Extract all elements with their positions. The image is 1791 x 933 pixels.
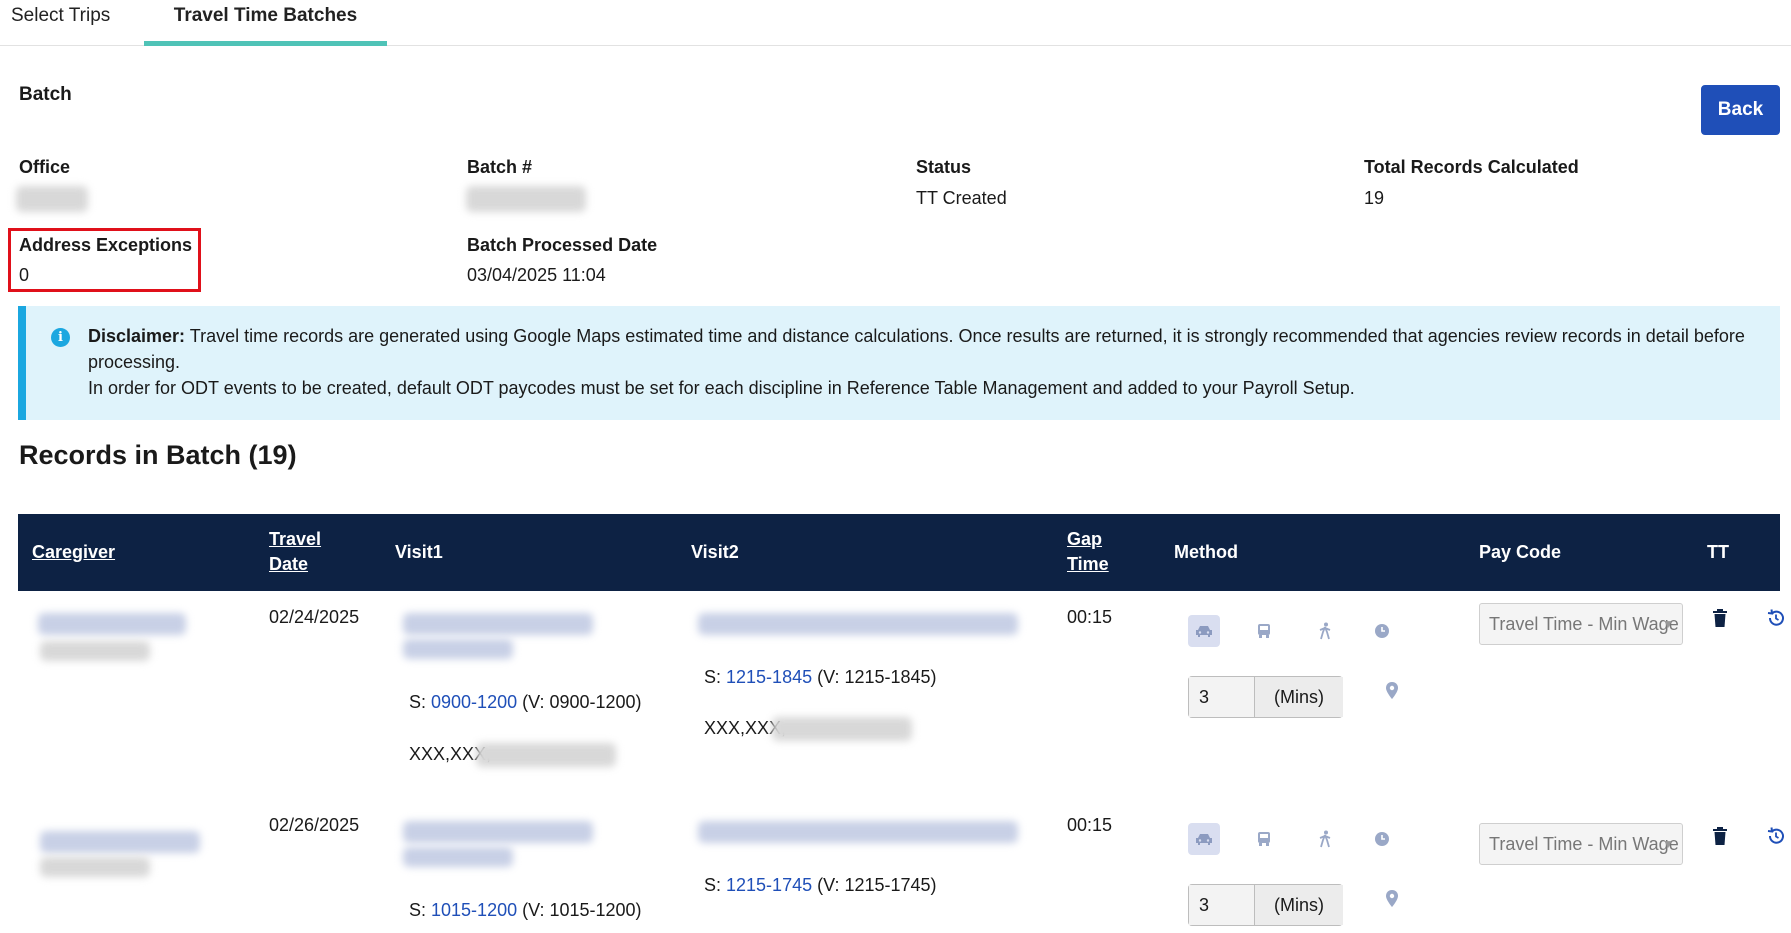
info-icon: i (51, 328, 70, 347)
batch-processed-date-label: Batch Processed Date (467, 235, 658, 255)
status-value: TT Created (916, 188, 1007, 208)
visit2-address-redacted (772, 717, 912, 741)
travel-minutes-input[interactable]: 3 (1189, 885, 1255, 925)
caregiver-id-redacted (40, 641, 150, 661)
address-exceptions-label: Address Exceptions (19, 235, 193, 255)
visit2-schedule: S: 1215-1845 (V: 1215-1845) (704, 667, 937, 688)
travel-minutes-input[interactable]: 3 (1189, 677, 1255, 717)
column-pay-code: Pay Code (1479, 542, 1562, 562)
travel-date: 02/24/2025 (269, 607, 360, 627)
disclaimer-heading: Disclaimer: (88, 326, 186, 346)
batch-number-label: Batch # (467, 157, 533, 177)
column-gap-time[interactable]: Gap Time (1067, 527, 1109, 577)
table-header: Caregiver Travel Date Visit1 Visit2 Gap … (18, 514, 1780, 591)
trash-icon[interactable] (1712, 827, 1728, 845)
clock-icon[interactable] (1366, 615, 1398, 647)
column-travel-date[interactable]: Travel Date (269, 527, 321, 577)
pay-code-select[interactable]: Travel Time - Min Wage ▼ (1479, 603, 1683, 645)
column-travel-date-line1: Travel (269, 529, 322, 549)
pay-code-select[interactable]: Travel Time - Min Wage ▼ (1479, 823, 1683, 865)
visit1-client-redacted[interactable] (403, 613, 593, 635)
walk-icon[interactable] (1309, 615, 1341, 647)
visit1-schedule-visit: (V: 0900-1200) (517, 692, 642, 712)
column-gap-time-line2: Time (1067, 554, 1109, 574)
visit2-schedule-link[interactable]: 1215-1845 (726, 667, 812, 687)
trash-icon[interactable] (1712, 609, 1728, 627)
gap-time: 00:15 (1067, 815, 1113, 835)
batch-title: Batch (19, 84, 72, 105)
column-tt: TT (1707, 542, 1729, 562)
car-icon[interactable] (1188, 823, 1220, 855)
total-records-value: 19 (1364, 188, 1385, 208)
travel-minutes-unit: (Mins) (1255, 885, 1343, 925)
visit2-schedule-visit: (V: 1215-1845) (812, 667, 937, 687)
visit1-schedule-link[interactable]: 0900-1200 (431, 692, 517, 712)
disclaimer-banner: i Disclaimer: Travel time records are ge… (18, 306, 1780, 420)
column-caregiver[interactable]: Caregiver (32, 540, 115, 565)
column-method: Method (1174, 542, 1238, 562)
visit1-schedule: S: 0900-1200 (V: 0900-1200) (409, 692, 642, 713)
map-pin-icon[interactable] (1384, 681, 1400, 701)
visit1-schedule-prefix: S: (409, 900, 432, 920)
office-label: Office (19, 157, 71, 177)
clock-icon[interactable] (1366, 823, 1398, 855)
disclaimer-line-2: In order for ODT events to be created, d… (88, 378, 1355, 398)
column-gap-time-line1: Gap (1067, 529, 1103, 549)
caregiver-name-redacted[interactable] (38, 613, 186, 635)
travel-minutes-field[interactable]: 3 (Mins) (1188, 676, 1343, 718)
visit1-address-redacted (476, 743, 616, 767)
travel-minutes-field[interactable]: 3 (Mins) (1188, 884, 1343, 926)
visit1-schedule: S: 1015-1200 (V: 1015-1200) (409, 900, 642, 921)
walk-icon[interactable] (1309, 823, 1341, 855)
visit2-schedule: S: 1215-1745 (V: 1215-1745) (704, 875, 937, 896)
office-value-redacted (16, 186, 88, 212)
caregiver-name-redacted[interactable] (40, 831, 200, 853)
disclaimer-text: Disclaimer: Travel time records are gene… (88, 323, 1768, 401)
visit2-client-redacted[interactable] (698, 821, 1018, 843)
tab-bar: Select Trips Travel Time Batches (0, 0, 1791, 46)
batch-processed-date-value: 03/04/2025 11:04 (467, 265, 606, 285)
visit1-schedule-prefix: S: (409, 692, 432, 712)
table-row: 02/24/2025 S: 0900-1200 (V: 0900-1200) X… (18, 591, 1784, 799)
total-records-label: Total Records Calculated (1364, 157, 1579, 177)
visit1-schedule-visit: (V: 1015-1200) (517, 900, 642, 920)
chevron-down-icon: ▼ (1662, 837, 1674, 851)
visit1-client-sub-redacted (403, 847, 513, 867)
pay-code-value: Travel Time - Min Wage (1489, 834, 1679, 854)
car-icon[interactable] (1188, 615, 1220, 647)
bus-icon[interactable] (1248, 615, 1280, 647)
address-exceptions-value: 0 (19, 265, 30, 285)
back-button[interactable]: Back (1701, 85, 1780, 135)
visit2-schedule-link[interactable]: 1215-1745 (726, 875, 812, 895)
column-visit1: Visit1 (395, 542, 443, 562)
chevron-down-icon: ▼ (1662, 617, 1674, 631)
tab-select-trips[interactable]: Select Trips (11, 0, 110, 46)
gap-time: 00:15 (1067, 607, 1113, 627)
table-row: 02/26/2025 S: 1015-1200 (V: 1015-1200) S… (18, 799, 1784, 933)
travel-date: 02/26/2025 (269, 815, 360, 835)
tab-travel-time-batches[interactable]: Travel Time Batches (144, 0, 387, 46)
status-label: Status (916, 157, 972, 177)
visit2-schedule-prefix: S: (704, 667, 727, 687)
caregiver-id-redacted (40, 857, 150, 877)
bus-icon[interactable] (1248, 823, 1280, 855)
visit2-schedule-visit: (V: 1215-1745) (812, 875, 937, 895)
visit2-client-redacted[interactable] (698, 613, 1018, 635)
history-icon[interactable] (1766, 608, 1786, 628)
pay-code-value: Travel Time - Min Wage (1489, 614, 1679, 634)
batch-number-value-redacted (466, 186, 586, 212)
column-travel-date-line2: Date (269, 554, 309, 574)
history-icon[interactable] (1766, 826, 1786, 846)
visit1-schedule-link[interactable]: 1015-1200 (431, 900, 517, 920)
column-visit2: Visit2 (691, 542, 739, 562)
map-pin-icon[interactable] (1384, 889, 1400, 909)
records-title: Records in Batch (19) (19, 440, 297, 470)
visit2-schedule-prefix: S: (704, 875, 727, 895)
visit1-client-redacted[interactable] (403, 821, 593, 843)
disclaimer-line-1: Travel time records are generated using … (88, 326, 1745, 372)
travel-minutes-unit: (Mins) (1255, 677, 1343, 717)
visit1-client-sub-redacted (403, 639, 513, 659)
